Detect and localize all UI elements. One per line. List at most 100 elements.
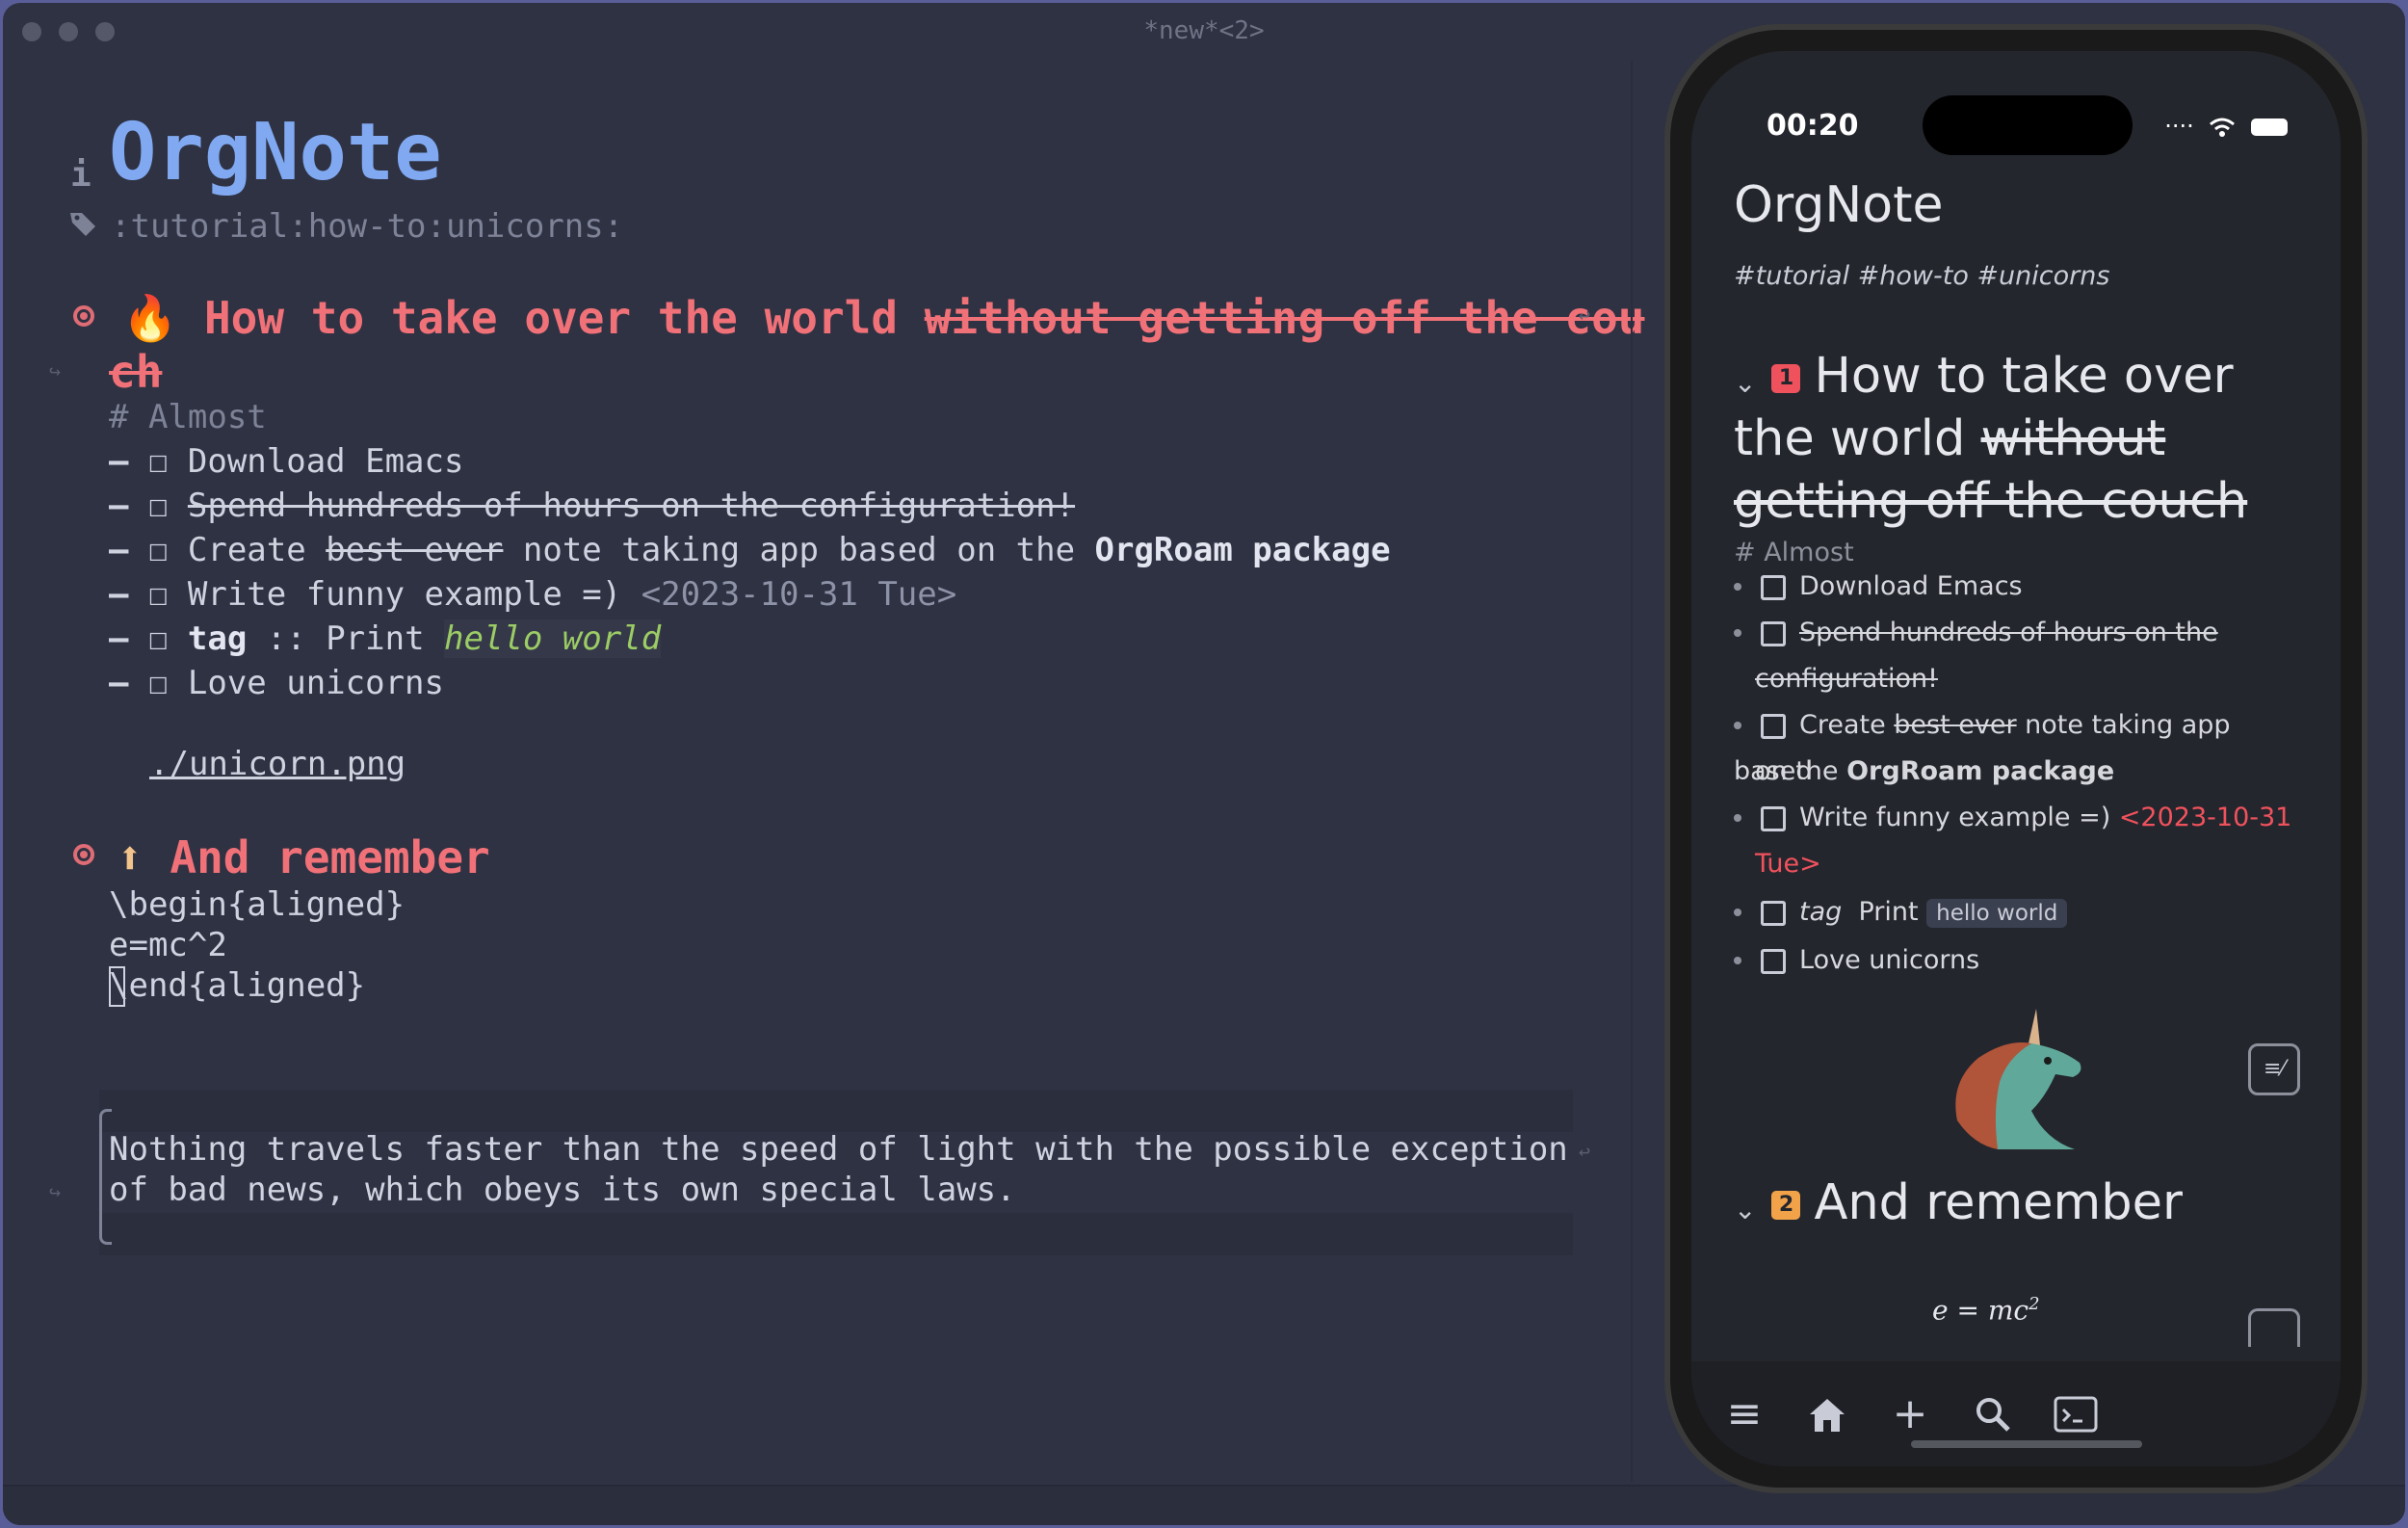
app-window: *new*<2> i OrgNote :tutorial:how-to:unic… — [3, 3, 2405, 1525]
heading-2-text: And remember — [170, 831, 490, 883]
phone-frame: 00:20 ···· OrgNote #tutorial #how-to #un… — [1664, 24, 2368, 1493]
heading-1[interactable]: 🔥 How to take over the world without get… — [122, 292, 1644, 345]
wrap-arrow-icon: ↪ — [49, 359, 62, 382]
phone-screen: 00:20 ···· OrgNote #tutorial #how-to #un… — [1691, 51, 2341, 1466]
chevron-down-icon[interactable]: ⌄ — [1734, 1194, 1756, 1225]
search-icon[interactable] — [1959, 1381, 2027, 1448]
signal-icon: ···· — [2164, 113, 2194, 140]
phone-heading-1-line3: getting off the couch — [1734, 473, 2248, 530]
checkbox[interactable] — [1761, 805, 1786, 831]
math-formula-exponent: 2 — [2028, 1294, 2040, 1314]
heading-1-text: How to take over the world — [203, 292, 925, 344]
math-formula-text: e = mc — [1932, 1294, 2029, 1327]
unicorn-image[interactable] — [1940, 1005, 2094, 1159]
list-bullet — [1734, 583, 1741, 591]
phone-heading-1-line2: the world without — [1734, 408, 2165, 470]
list-item[interactable]: – ☐ Write funny example =) <2023-10-31 T… — [109, 575, 956, 614]
phone-heading-1-text: How to take over — [1814, 348, 2234, 405]
tag-icon — [70, 213, 95, 236]
math-formula: e = mc2 — [1932, 1294, 2040, 1326]
phone-list-item-text: Print — [1858, 897, 1919, 927]
phone-list-item-text: Spend hundreds of hours on the — [1799, 618, 2218, 647]
list-item[interactable]: – ☐ Create best ever note taking app bas… — [109, 531, 1391, 569]
image-link[interactable]: ./unicorn.png — [149, 745, 406, 783]
info-icon: i — [70, 155, 92, 195]
chevron-down-icon[interactable]: ⌄ — [1734, 367, 1756, 399]
phone-heading-2[interactable]: ⌄ 2 And remember — [1734, 1172, 2183, 1241]
quote-begin-band — [99, 1090, 1573, 1132]
phone-list-item-text: on the — [1755, 756, 1847, 786]
heading-2[interactable]: ⬆ And remember — [117, 831, 490, 883]
code-pill: hello world — [1926, 899, 2068, 928]
phone-list-item-bold: OrgRoam package — [1846, 756, 2115, 786]
list-bullet — [1734, 814, 1741, 822]
list-item[interactable]: – ☐ Love unicorns — [109, 664, 444, 702]
home-indicator[interactable] — [1911, 1440, 2142, 1448]
heading-bullet-icon — [73, 844, 94, 865]
quote-line: of bad news, which obeys its own special… — [109, 1171, 1016, 1209]
timestamp[interactable]: <2023-10-31 Tue> — [641, 575, 957, 614]
home-icon[interactable] — [1793, 1381, 1861, 1448]
heading-1-emoji: 🔥 — [122, 292, 178, 344]
list-bullet — [1734, 629, 1741, 637]
checkbox[interactable] — [1761, 713, 1786, 739]
list-item-strike: best ever — [326, 531, 504, 569]
phone-list-item[interactable]: Write funny example =) <2023-10-31 — [1734, 795, 2312, 841]
phone-heading-1-strike: without — [1980, 410, 2166, 467]
list-item[interactable]: – ☐ tag :: Print hello world — [109, 619, 662, 658]
up-arrow-emoji: ⬆ — [117, 831, 144, 883]
checkbox[interactable] — [1761, 948, 1786, 974]
phone-list-item-wrap: configuration! — [1755, 664, 1938, 694]
list-item-text: Write funny example =) — [187, 575, 641, 614]
phone-list-item-text: Download Emacs — [1799, 571, 2023, 601]
wifi-icon — [2210, 118, 2236, 137]
phone-list-item-wrap: on the OrgRoam package — [1755, 749, 2333, 795]
phone-list-item[interactable]: Download Emacs — [1734, 564, 2312, 610]
heading-1-strike: without getting off the cou — [924, 292, 1645, 344]
checkbox[interactable] — [1761, 620, 1786, 646]
list-bullet — [1734, 722, 1741, 729]
list-item-text: Create — [187, 531, 327, 569]
checkbox[interactable] — [1761, 900, 1786, 926]
phone-list-item-text: Create — [1799, 710, 1895, 740]
phone-clock: 00:20 — [1767, 109, 1859, 143]
quote-end-band — [99, 1213, 1573, 1255]
document-title: OrgNote — [109, 107, 442, 198]
phone-list-item-text: Write funny example =) — [1799, 803, 2119, 832]
list-bullet — [1734, 909, 1741, 916]
phone-list-item-tag: tag — [1799, 897, 1843, 927]
phone-timestamp-wrap: Tue> — [1755, 849, 1821, 879]
list-item[interactable]: – ☐ Spend hundreds of hours on the confi… — [109, 487, 1075, 525]
phone-list-item[interactable]: Love unicorns — [1734, 937, 2312, 984]
heading-bullet-icon — [73, 305, 94, 327]
terminal-icon[interactable] — [2042, 1381, 2109, 1448]
phone-heading-1-text: the world — [1734, 410, 1981, 467]
phone-heading-2-text: And remember — [1814, 1174, 2183, 1231]
phone-list-item[interactable]: Spend hundreds of hours on the — [1734, 610, 2312, 656]
edit-source-button[interactable]: ≡⁄ — [2248, 1043, 2300, 1095]
phone-list-item-strike: best ever — [1894, 710, 2017, 740]
comment-line: # Almost — [109, 398, 267, 436]
quote-block[interactable]: Nothing travels faster than the speed of… — [99, 1090, 1573, 1259]
latex-line: \begin{aligned} — [109, 885, 406, 924]
priority-badge: 1 — [1771, 364, 1801, 393]
heading-1-wrap: ch — [109, 346, 163, 398]
priority-badge: 2 — [1771, 1191, 1801, 1220]
menu-icon[interactable]: ≡ — [1711, 1381, 1778, 1448]
phone-timestamp[interactable]: <2023-10-31 — [2119, 803, 2292, 832]
list-item-text: Love unicorns — [187, 664, 444, 702]
plus-icon[interactable]: + — [1876, 1381, 1944, 1448]
list-item[interactable]: – ☐ Download Emacs — [109, 442, 463, 481]
phone-list-item-text: Love unicorns — [1799, 945, 1980, 975]
edit-source-button[interactable] — [2248, 1308, 2300, 1347]
quote-line: Nothing travels faster than the speed of… — [109, 1130, 1568, 1169]
checkbox[interactable] — [1761, 574, 1786, 600]
emacs-editor-pane[interactable]: i OrgNote :tutorial:how-to:unicorns: 🔥 H… — [3, 3, 1644, 1487]
text-cursor — [109, 966, 125, 1007]
phone-heading-1[interactable]: ⌄ 1 How to take over — [1734, 345, 2234, 414]
wrap-arrow-icon: ↪ — [49, 1180, 62, 1203]
battery-icon — [2251, 119, 2288, 136]
note-tags[interactable]: #tutorial #how-to #unicorns — [1734, 261, 2109, 291]
phone-list-item[interactable]: tag Print hello world — [1734, 889, 2312, 936]
wrap-arrow-icon: ↩ — [1579, 1140, 1591, 1163]
